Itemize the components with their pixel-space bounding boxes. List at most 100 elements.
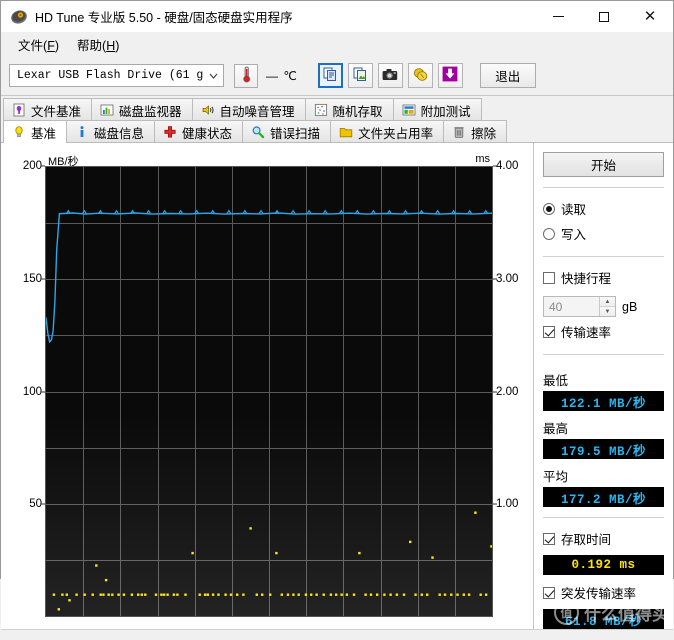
stat-access-time-value: 0.192 ms: [543, 555, 664, 575]
menu-bar: 文件(F) 帮助(H): [1, 32, 673, 56]
stat-min-label: 最低: [543, 374, 569, 388]
start-button[interactable]: 开始: [543, 152, 664, 177]
title-bar: HD Tune 专业版 5.50 - 硬盘/固态硬盘实用程序 ✕: [1, 1, 673, 32]
chart-svg: [46, 167, 492, 616]
chart-y2-axis-label: ms: [475, 153, 490, 165]
tab-label: 自动噪音管理: [219, 104, 295, 119]
stat-burst-rate-value: 61.8 MB/秒: [543, 609, 664, 629]
checkbox-quick-scan-box: [543, 271, 555, 284]
tab-disk-monitor[interactable]: 磁盘监视器: [92, 98, 193, 121]
tab-extra-tests[interactable]: 附加测试: [393, 98, 482, 121]
checkbox-quick-scan-label: 快捷行程: [561, 272, 612, 286]
chevron-down-icon: [204, 73, 223, 79]
stat-avg-value: 177.2 MB/秒: [543, 487, 664, 507]
menu-file-mnemonic: F: [47, 38, 55, 53]
health-cross-icon: [163, 125, 177, 139]
chart-tick-label: 100: [22, 385, 42, 398]
tab-label: 磁盘监视器: [119, 104, 182, 119]
stat-max-value: 179.5 MB/秒: [543, 439, 664, 459]
menu-help-mnemonic: H: [106, 38, 116, 53]
checkbox-transfer-rate-box: [543, 325, 555, 338]
chart-tick-mark: [493, 503, 497, 505]
chart-tick-mark: [493, 391, 497, 392]
size-stepper-row: 40 ▲ ▼ gB: [543, 296, 664, 317]
chart-tick-label: 4.00: [496, 160, 519, 172]
tab-disk-info[interactable]: 磁盘信息: [67, 120, 156, 143]
chart-tick-label: 2.00: [496, 385, 519, 398]
tab-benchmark[interactable]: 基准: [3, 120, 68, 143]
window-title: HD Tune 专业版 5.50 - 硬盘/固态硬盘实用程序: [35, 11, 293, 25]
divider: [543, 354, 664, 355]
tab-erase[interactable]: 擦除: [444, 120, 508, 143]
chart-box: MB/秒 ms 200 150 100 50 4.00 3.00 2.00 1.00: [11, 153, 527, 621]
temperature-button[interactable]: [234, 63, 258, 88]
magnifier-icon: [251, 125, 265, 139]
camera-icon: [382, 68, 398, 84]
screenshot-button[interactable]: [377, 63, 403, 88]
tab-bars: 文件基准 磁盘监视器 自动噪音管理 随机存取 附加测试 基准 磁盘信息 健康状态…: [1, 96, 673, 143]
options-panel: 开始 读取 写入 快捷行程 40 ▲ ▼ gB 传输速率 最低 122.1 MB…: [533, 143, 673, 629]
exit-button[interactable]: 退出: [479, 63, 536, 88]
radio-read[interactable]: 读取: [543, 199, 664, 218]
maximize-button[interactable]: [581, 1, 627, 32]
register-button[interactable]: [407, 63, 433, 88]
menu-help-text: 帮助: [77, 38, 103, 53]
copy-text-icon: [323, 67, 338, 85]
copy-image-button[interactable]: [347, 63, 373, 88]
tab-random-access[interactable]: 随机存取: [305, 98, 394, 121]
tab-row-secondary: 文件基准 磁盘监视器 自动噪音管理 随机存取 附加测试: [3, 98, 673, 121]
thermometer-icon: [240, 66, 253, 86]
checkbox-burst-rate[interactable]: 突发传输速率: [543, 583, 664, 602]
exit-button-label: 退出: [495, 70, 521, 84]
copy-text-button[interactable]: [317, 63, 343, 88]
chart-tick-label: 3.00: [496, 272, 519, 285]
radio-read-label: 读取: [561, 203, 587, 217]
start-button-label: 开始: [590, 159, 616, 173]
benchmark-chart-pane: MB/秒 ms 200 150 100 50 4.00 3.00 2.00 1.00: [1, 143, 533, 629]
status-bar: [1, 629, 673, 640]
down-arrow-icon: [442, 66, 458, 85]
tab-health[interactable]: 健康状态: [155, 120, 244, 143]
size-stepper-down[interactable]: ▼: [600, 306, 615, 316]
tab-aam[interactable]: 自动噪音管理: [192, 98, 306, 121]
drive-select[interactable]: Lexar USB Flash Drive (61 gB): [9, 64, 224, 87]
minimize-button[interactable]: [535, 1, 581, 32]
download-button[interactable]: [437, 63, 463, 88]
menu-item-file[interactable]: 文件(F): [9, 32, 68, 57]
folder-icon: [339, 125, 353, 139]
tab-error-scan[interactable]: 错误扫描: [243, 120, 332, 143]
tab-label: 健康状态: [182, 126, 233, 141]
tab-label: 擦除: [471, 126, 497, 141]
tab-label: 磁盘信息: [94, 126, 145, 141]
radio-write-indicator: [543, 227, 555, 240]
lightbulb-icon: [12, 125, 26, 139]
tab-folder-usage[interactable]: 文件夹占用率: [331, 120, 445, 143]
tab-label: 文件基准: [31, 104, 82, 119]
chart-plot-area: [45, 166, 493, 617]
size-stepper[interactable]: 40 ▲ ▼: [543, 296, 616, 317]
coins-icon: [413, 67, 428, 85]
tab-label: 随机存取: [332, 104, 383, 119]
disk-monitor-icon: [100, 103, 114, 117]
divider: [543, 256, 664, 257]
stat-min-value: 122.1 MB/秒: [543, 391, 664, 411]
size-stepper-up[interactable]: ▲: [600, 297, 615, 306]
close-button[interactable]: ✕: [627, 1, 673, 32]
checkbox-transfer-rate[interactable]: 传输速率: [543, 322, 664, 341]
checkbox-quick-scan[interactable]: 快捷行程: [543, 268, 664, 287]
toolbar-buttons: [317, 63, 463, 88]
divider: [543, 187, 664, 188]
random-access-icon: [314, 103, 328, 117]
menu-item-help[interactable]: 帮助(H): [68, 32, 128, 57]
tab-label: 基准: [31, 126, 57, 141]
radio-write[interactable]: 写入: [543, 224, 664, 243]
stat-max-label: 最高: [543, 422, 569, 436]
size-unit-label: gB: [622, 299, 638, 314]
window-controls: ✕: [535, 1, 673, 32]
hdtune-window: HD Tune 专业版 5.50 - 硬盘/固态硬盘实用程序 ✕ 文件(F) 帮…: [0, 0, 674, 640]
tab-label: 错误扫描: [270, 126, 321, 141]
radio-write-label: 写入: [561, 228, 587, 242]
tab-label: 文件夹占用率: [358, 126, 434, 141]
checkbox-access-time[interactable]: 存取时间: [543, 529, 664, 548]
tab-file-benchmark[interactable]: 文件基准: [3, 98, 93, 121]
